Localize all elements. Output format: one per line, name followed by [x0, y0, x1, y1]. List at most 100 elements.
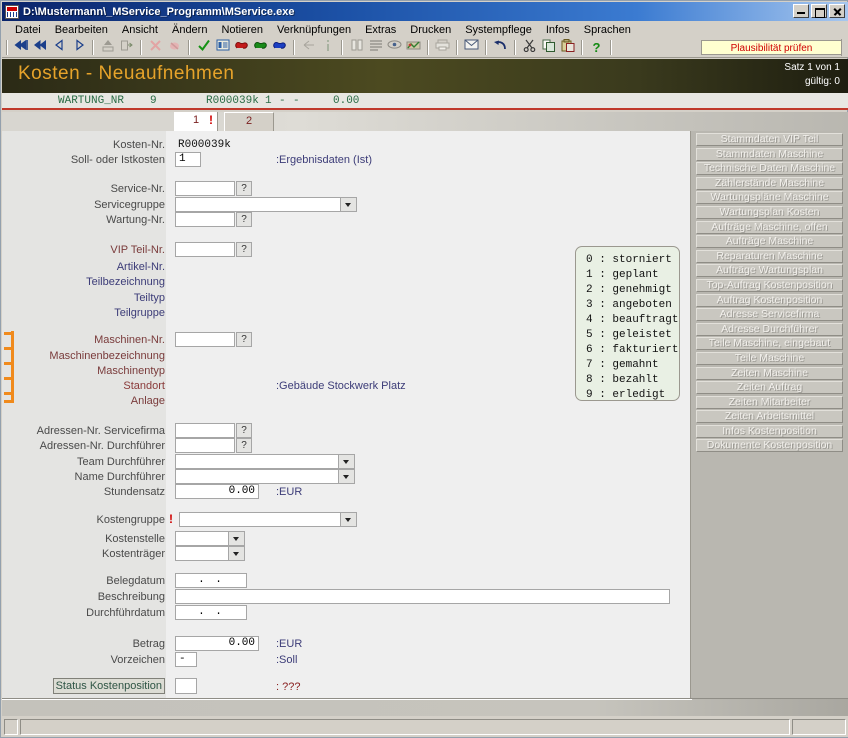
mail-icon[interactable]	[462, 39, 481, 57]
sidebar-item-zaehlerstaende-maschine[interactable]: Zählerstände Maschine	[696, 177, 843, 190]
input-status-kostenposition[interactable]	[175, 678, 197, 694]
input-durchfuehrdatum[interactable]: . .	[175, 605, 247, 620]
form-row-vip-teil-nr: VIP Teil-Nr.	[0, 242, 165, 258]
input-betrag[interactable]: 0.00	[175, 636, 259, 651]
toolbar-separator	[581, 40, 583, 55]
combo-servicegruppe[interactable]	[175, 197, 357, 212]
sidebar-item-teile-maschine[interactable]: Teile Maschine	[696, 352, 843, 365]
combo-team-durchfuehrer[interactable]	[175, 454, 355, 469]
sidebar-item-auftrag-kostenposition[interactable]: Auftrag Kostenposition	[696, 294, 843, 307]
chevron-down-icon[interactable]	[340, 198, 356, 211]
previous-record-icon[interactable]	[50, 39, 69, 57]
input-beschreibung[interactable]	[175, 589, 670, 604]
key-sep-1: -	[279, 95, 286, 107]
input-adressen-nr-servicefirma[interactable]	[175, 423, 235, 438]
sidebar-item-zeiten-arbeitsmittel[interactable]: Zeiten Arbeitsmittel	[696, 410, 843, 423]
legend-entry: 8 : bezahlt	[586, 373, 679, 388]
sidebar-item-zeiten-maschine[interactable]: Zeiten Maschine	[696, 367, 843, 380]
menu-item-datei[interactable]: Datei	[8, 23, 48, 37]
menu-item-extras[interactable]: Extras	[358, 23, 403, 37]
input-wartung-nr[interactable]	[175, 212, 235, 227]
next-record-icon[interactable]	[69, 39, 88, 57]
sidebar-item-wartungsplaene-maschine[interactable]: Wartungspläne Maschine	[696, 191, 843, 204]
menu-item-verknuepfungen[interactable]: Verknüpfungen	[270, 23, 358, 37]
tab-2[interactable]: 2	[224, 112, 274, 131]
maximize-button[interactable]	[811, 4, 827, 18]
lookup-adressen-nr-servicefirma-icon[interactable]: ?	[236, 423, 252, 438]
link-blue-icon[interactable]	[270, 39, 289, 57]
undo-icon[interactable]	[491, 39, 510, 57]
previous-page-icon[interactable]	[31, 39, 50, 57]
cut-icon[interactable]	[520, 39, 539, 57]
lookup-wartung-nr-icon[interactable]: ?	[236, 212, 252, 227]
sidebar-item-adresse-servicefirma[interactable]: Adresse Servicefirma	[696, 308, 843, 321]
chevron-down-icon[interactable]	[338, 455, 354, 468]
input-adressen-nr-durchfuehrer[interactable]	[175, 438, 235, 453]
confirm-icon[interactable]	[194, 39, 213, 57]
form-icon[interactable]	[213, 39, 232, 57]
input-belegdatum[interactable]: . .	[175, 573, 247, 588]
sidebar-item-technische-daten-maschine[interactable]: Technische Daten Maschine	[696, 162, 843, 175]
input-soll-oder-istkosten[interactable]: 1	[175, 152, 201, 167]
link-green-icon[interactable]	[251, 39, 270, 57]
label-kostentraeger: Kostenträger	[0, 546, 165, 562]
copy-icon[interactable]	[539, 39, 558, 57]
sidebar-item-dokumente-kostenposition[interactable]: Dokumente Kostenposition	[696, 439, 843, 452]
sidebar-item-auftraege-maschine-offen[interactable]: Aufträge Maschine, offen	[696, 221, 843, 234]
suffix-stundensatz: :EUR	[276, 484, 302, 500]
sidebar-item-reparaturen-maschine[interactable]: Reparaturen Maschine	[696, 250, 843, 263]
sidebar-item-auftraege-maschine[interactable]: Aufträge Maschine	[696, 235, 843, 248]
input-service-nr[interactable]	[175, 181, 235, 196]
chevron-down-icon[interactable]	[228, 547, 244, 560]
input-stundensatz[interactable]: 0.00	[175, 484, 259, 499]
sidebar-item-adresse-durchfuehrer[interactable]: Adresse Durchführer	[696, 323, 843, 336]
combo-kostengruppe[interactable]	[179, 512, 357, 527]
sidebar-item-stammdaten-maschine[interactable]: Stammdaten Maschine	[696, 148, 843, 161]
status-legend: 0 : storniert 1 : geplant 2 : genehmigt …	[575, 246, 680, 401]
sidebar-item-wartungsplan-kosten[interactable]: Wartungsplan Kosten	[696, 206, 843, 219]
input-maschinen-nr[interactable]	[175, 332, 235, 347]
lookup-vip-teil-nr-icon[interactable]: ?	[236, 242, 252, 257]
help-icon[interactable]: ?	[587, 39, 606, 57]
sidebar-item-auftraege-wartungsplan[interactable]: Aufträge Wartungsplan	[696, 264, 843, 277]
input-vip-teil-nr[interactable]	[175, 242, 235, 257]
sidebar-item-infos-kostenposition[interactable]: Infos Kostenposition	[696, 425, 843, 438]
toolbar-separator	[514, 40, 516, 55]
combo-name-durchfuehrer[interactable]	[175, 469, 355, 484]
status-bar	[2, 716, 848, 737]
sidebar-item-zeiten-auftrag[interactable]: Zeiten Auftrag	[696, 381, 843, 394]
menu-item-bearbeiten[interactable]: Bearbeiten	[48, 23, 115, 37]
form-row-kostentraeger: Kostenträger	[0, 546, 165, 562]
key-field-name: WARTUNG_NR	[58, 95, 124, 107]
paste-icon[interactable]	[558, 39, 577, 57]
lookup-maschinen-nr-icon[interactable]: ?	[236, 332, 252, 347]
lookup-adressen-nr-durchfuehrer-icon[interactable]: ?	[236, 438, 252, 453]
menu-item-ansicht[interactable]: Ansicht	[115, 23, 165, 37]
sidebar-item-zeiten-mitarbeiter[interactable]: Zeiten Mitarbeiter	[696, 396, 843, 409]
sidebar-item-teile-maschine-eingebaut[interactable]: Teile Maschine, eingebaut	[696, 337, 843, 350]
chevron-down-icon[interactable]	[340, 513, 356, 526]
first-record-icon[interactable]	[12, 39, 31, 57]
toolbar-separator	[456, 40, 458, 55]
link-red-icon[interactable]	[232, 39, 251, 57]
chevron-down-icon[interactable]	[338, 470, 354, 483]
menu-item-infos[interactable]: Infos	[539, 23, 577, 37]
sidebar-item-stammdaten-vip-teil[interactable]: Stammdaten VIP Teil	[696, 133, 843, 146]
tab-warning-icon: !	[209, 113, 213, 127]
sidebar-item-top-auftrag-kostenposition[interactable]: Top-Auftrag Kostenposition	[696, 279, 843, 292]
lookup-service-nr-icon[interactable]: ?	[236, 181, 252, 196]
input-vorzeichen[interactable]: -	[175, 652, 197, 667]
menu-item-drucken[interactable]: Drucken	[403, 23, 458, 37]
plausibility-check-button[interactable]: Plausibilität prüfen	[701, 40, 842, 55]
minimize-button[interactable]	[793, 4, 809, 18]
menu-item-aendern[interactable]: Ändern	[165, 23, 214, 37]
menu-item-notieren[interactable]: Notieren	[214, 23, 270, 37]
menu-item-systempflege[interactable]: Systempflege	[458, 23, 539, 37]
combo-kostentraeger[interactable]	[175, 546, 245, 561]
combo-kostenstelle[interactable]	[175, 531, 245, 546]
label-wartung-nr: Wartung-Nr.	[0, 212, 165, 228]
close-button[interactable]	[829, 4, 845, 18]
chevron-down-icon[interactable]	[228, 532, 244, 545]
menu-item-sprachen[interactable]: Sprachen	[577, 23, 638, 37]
label-teiltyp: Teiltyp	[0, 290, 165, 306]
